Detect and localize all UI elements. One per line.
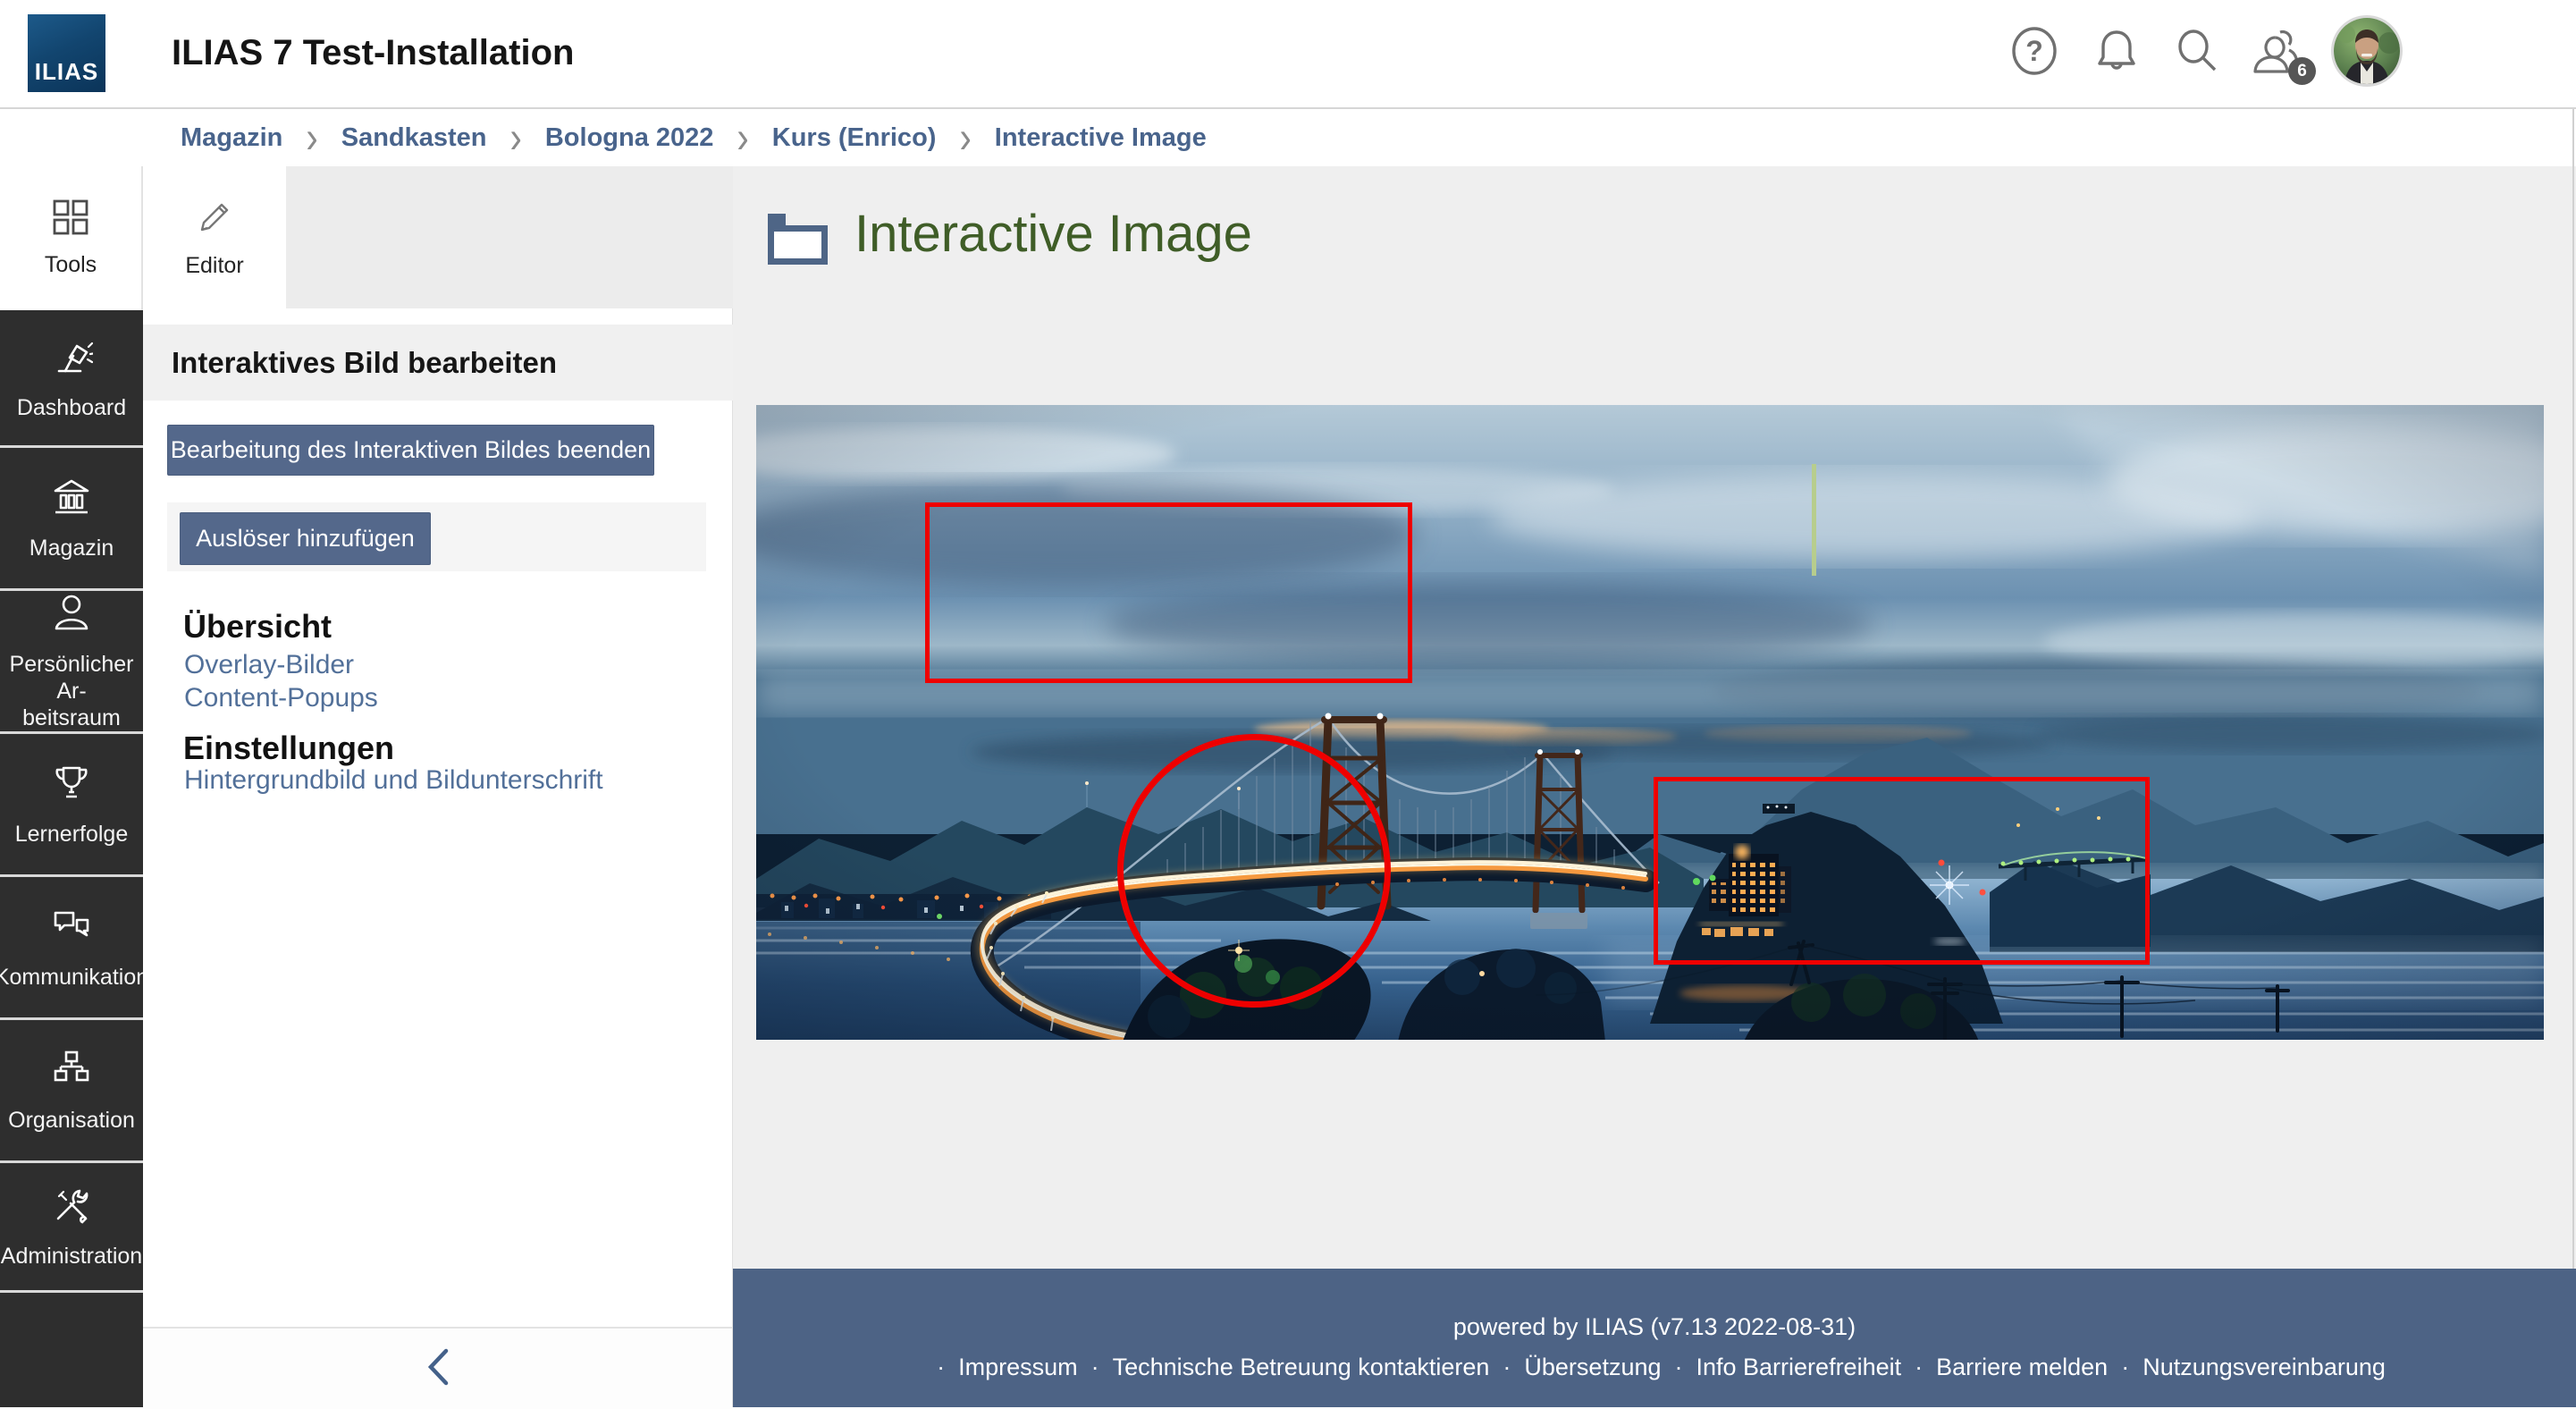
trigger-area-rectangle-2[interactable] (1654, 777, 2150, 965)
trigger-area-circle[interactable] (1117, 734, 1391, 1008)
ilias-logo[interactable]: ILIAS (28, 14, 105, 92)
online-counter-badge: 6 (2288, 57, 2316, 85)
scrollbar-track[interactable] (2572, 108, 2574, 1269)
panel-title: Interaktives Bild bearbeiten (143, 325, 733, 401)
overlay-images-link[interactable]: Overlay-Bilder (184, 648, 378, 681)
ilias-app: { "header": { "logo_text": "ILIAS", "tit… (0, 0, 2576, 1407)
bridge-night-photo (756, 405, 2544, 1040)
footer-separator: · (1915, 1354, 1923, 1381)
sidebar-item-tools[interactable]: Tools (0, 166, 143, 310)
search-icon[interactable] (2171, 25, 2223, 77)
installation-title: ILIAS 7 Test-Installation (172, 0, 574, 107)
breadcrumb-item-bologna[interactable]: Bologna 2022 (545, 123, 714, 153)
chevron-left-icon (425, 1346, 451, 1393)
content-popups-link[interactable]: Content-Popups (184, 681, 378, 714)
editor-side-panel: Editor Interaktives Bild bearbeiten Bear… (143, 166, 733, 1407)
ilias-logo-text: ILIAS (28, 58, 105, 86)
overview-section-heading: Übersicht (183, 608, 332, 645)
rail-filler (0, 1293, 143, 1407)
repository-bank-icon (50, 476, 93, 523)
sidebar-item-dashboard[interactable]: Dashboard (0, 310, 143, 448)
sidebar-item-label: Magazin (29, 535, 114, 561)
speech-bubbles-icon (50, 905, 93, 952)
footer-link-nutzungsvereinbarung[interactable]: Nutzungsvereinbarung (2142, 1354, 2386, 1381)
breadcrumb-item-sandkasten[interactable]: Sandkasten (341, 123, 487, 153)
settings-links: Hintergrundbild und Bildunterschrift (184, 764, 603, 797)
svg-text:?: ? (2025, 35, 2043, 67)
sidebar-item-label: Administration (1, 1243, 142, 1270)
wrench-screwdriver-icon (50, 1184, 93, 1231)
tools-grid-icon (52, 198, 89, 240)
collapse-panel-button[interactable] (143, 1327, 732, 1409)
powered-by-text: powered by ILIAS (v7.13 2022-08-31) (733, 1313, 2576, 1341)
add-trigger-button[interactable]: Auslöser hinzufügen (180, 512, 431, 565)
sidebar-item-personal-workspace[interactable]: Persönlicher Ar- beitsraum (0, 591, 143, 734)
footer-separator: · (937, 1354, 945, 1381)
help-icon[interactable]: ? (2008, 25, 2060, 77)
content-area: Interactive Image (733, 166, 2576, 1269)
org-chart-icon (50, 1048, 93, 1095)
sidebar-item-lernerfolge[interactable]: Lernerfolge (0, 734, 143, 877)
footer: powered by ILIAS (v7.13 2022-08-31) · Im… (733, 1269, 2576, 1407)
folder-icon (768, 214, 828, 269)
footer-links: · Impressum · Technische Betreuung konta… (733, 1354, 2576, 1381)
interactive-image-canvas[interactable] (756, 405, 2544, 1040)
footer-separator: · (1675, 1354, 1683, 1381)
sidebar-item-label: Persönlicher Ar- beitsraum (0, 651, 143, 731)
background-image-link[interactable]: Hintergrundbild und Bildunterschrift (184, 764, 603, 797)
dashboard-lamp-icon (50, 335, 93, 383)
tab-editor[interactable]: Editor (143, 166, 286, 310)
footer-separator: · (2121, 1354, 2129, 1381)
footer-link-support[interactable]: Technische Betreuung kontaktieren (1113, 1354, 1490, 1381)
sidebar-item-organisation[interactable]: Organisation (0, 1020, 143, 1163)
tab-editor-label: Editor (185, 252, 243, 279)
person-icon (50, 592, 93, 639)
notifications-bell-icon[interactable] (2091, 25, 2142, 77)
breadcrumb-item-magazin[interactable]: Magazin (181, 123, 282, 153)
sidebar-item-label: Dashboard (17, 394, 126, 421)
avatar[interactable] (2334, 18, 2400, 84)
main-menu-rail: Dashboard Magazin Persönlicher Ar- beits… (0, 310, 143, 1407)
footer-link-uebersetzung[interactable]: Übersetzung (1524, 1354, 1661, 1381)
sidebar-item-kommunikation[interactable]: Kommunikation (0, 877, 143, 1020)
settings-section-heading: Einstellungen (183, 730, 394, 767)
content-scrollbar-thumb[interactable] (1812, 464, 1816, 576)
trophy-icon (50, 762, 93, 809)
breadcrumb-item-kurs[interactable]: Kurs (Enrico) (772, 123, 937, 153)
sidebar-item-label: Kommunikation (0, 964, 148, 991)
top-bar: ILIAS ILIAS 7 Test-Installation ? 6 (0, 0, 2576, 109)
pencil-icon (195, 198, 234, 241)
sidebar-item-magazin[interactable]: Magazin (0, 448, 143, 591)
footer-link-impressum[interactable]: Impressum (958, 1354, 1078, 1381)
footer-link-barrierefreiheit[interactable]: Info Barrierefreiheit (1696, 1354, 1902, 1381)
breadcrumb-item-current[interactable]: Interactive Image (995, 123, 1207, 153)
overview-links: Overlay-Bilder Content-Popups (184, 648, 378, 714)
sidebar-item-label: Lernerfolge (15, 821, 128, 848)
footer-separator: · (1091, 1354, 1099, 1381)
footer-separator: · (1503, 1354, 1511, 1381)
trigger-area-rectangle-1[interactable] (925, 502, 1412, 683)
breadcrumb: Magazin › Sandkasten › Bologna 2022 › Ku… (0, 109, 2576, 166)
finish-editing-button[interactable]: Bearbeitung des Interaktiven Bildes been… (167, 425, 654, 476)
sidebar-item-administration[interactable]: Administration (0, 1163, 143, 1293)
page-title: Interactive Image (854, 206, 1252, 263)
sidebar-item-label: Organisation (8, 1107, 135, 1134)
sidebar-item-label: Tools (45, 251, 97, 278)
footer-link-barriere-melden[interactable]: Barriere melden (1936, 1354, 2108, 1381)
